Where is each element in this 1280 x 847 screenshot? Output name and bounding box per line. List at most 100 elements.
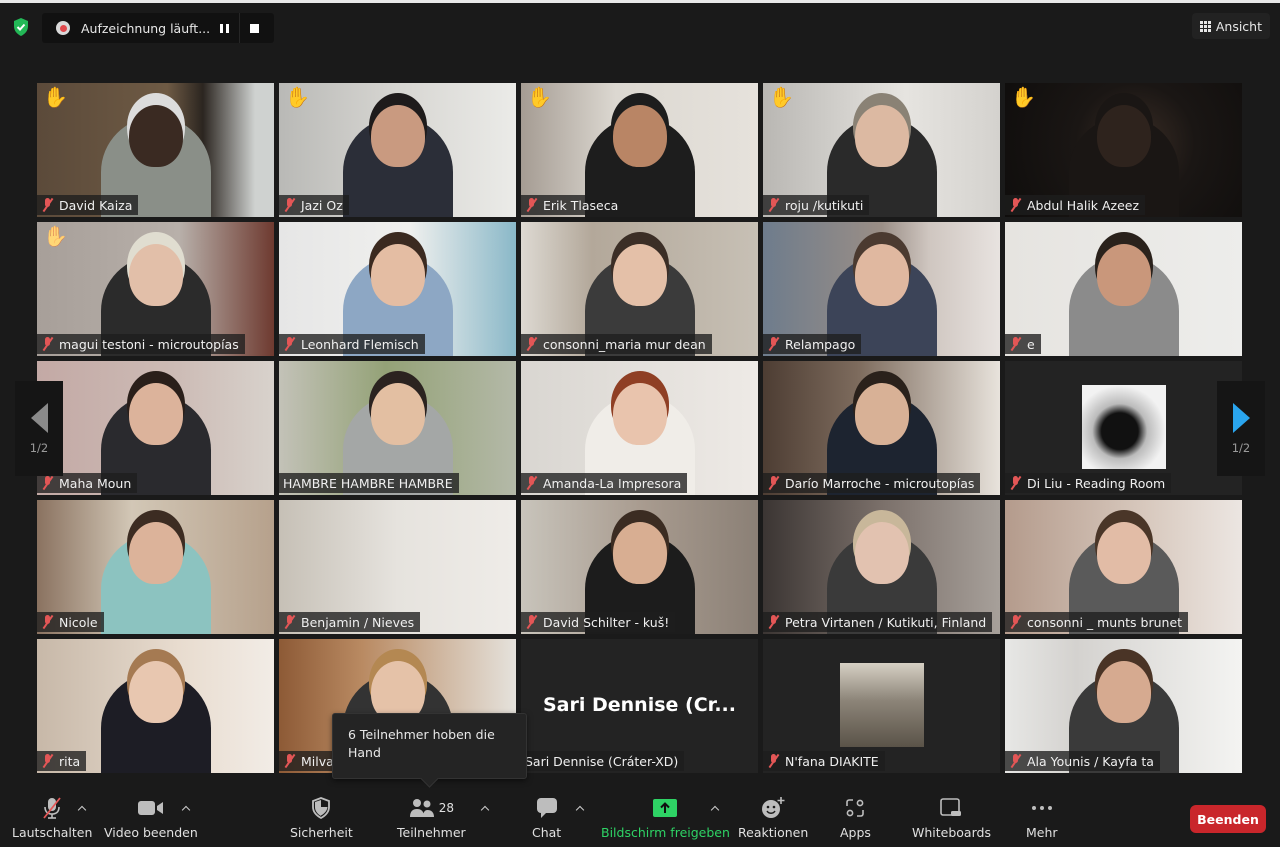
participant-tile[interactable]: ✋ magui testoni - microutopías [37, 222, 274, 356]
participant-name: HAMBRE HAMBRE HAMBRE [283, 475, 453, 491]
chat-label: Chat [532, 825, 562, 840]
security-button[interactable]: Sicherheit [290, 795, 353, 840]
chat-button[interactable]: Chat [532, 795, 561, 840]
participant-name: Benjamin / Nieves [301, 614, 415, 630]
stop-icon [250, 23, 259, 33]
shield-icon [311, 795, 331, 821]
participant-tile[interactable]: Ala Younis / Kayfa ta [1005, 639, 1242, 773]
participant-nameplate: David Schilter - kuš! [521, 612, 676, 632]
security-label: Sicherheit [290, 825, 353, 840]
previous-page-button[interactable]: 1/2 [15, 381, 63, 476]
participant-tile[interactable]: ✋ roju /kutikuti [763, 83, 1000, 217]
participant-head [128, 244, 183, 306]
microphone-muted-icon [767, 476, 780, 490]
raised-hand-icon: ✋ [43, 85, 68, 109]
share-options-caret[interactable] [708, 801, 722, 815]
participant-name: rita [59, 753, 81, 769]
microphone-muted-icon [525, 476, 538, 490]
view-button[interactable]: Ansicht [1191, 13, 1270, 39]
audio-options-caret[interactable] [75, 801, 89, 815]
microphone-muted-icon [283, 198, 296, 212]
participant-tile[interactable]: Maha Moun [37, 361, 274, 495]
apps-button[interactable]: Apps [840, 795, 871, 840]
participant-nameplate: Sari Dennise (Cráter-XD) [521, 751, 685, 771]
meeting-toolbar: Lautschalten Video beenden Sicherheit 28… [0, 785, 1280, 847]
participant-tile[interactable]: ✋ Jazi Oz [279, 83, 516, 217]
participant-head [1096, 105, 1151, 167]
stop-video-label: Video beenden [104, 825, 198, 840]
participant-tile[interactable]: ✋ Abdul Halik Azeez [1005, 83, 1242, 217]
more-label: Mehr [1026, 825, 1058, 840]
microphone-muted-icon [767, 337, 780, 351]
end-meeting-button[interactable]: Beenden [1190, 805, 1266, 833]
whiteboards-button[interactable]: Whiteboards [912, 795, 991, 840]
participant-name: Jazi Oz [301, 197, 343, 213]
participant-tile[interactable]: Benjamin / Nieves [279, 500, 516, 634]
profile-picture [839, 663, 924, 747]
pause-recording-button[interactable] [209, 13, 239, 43]
participant-head [128, 661, 183, 723]
video-grid: ✋ David Kaiza ✋ Jazi Oz ✋ Erik Tlaseca ✋ roju /… [37, 83, 1242, 773]
more-button[interactable]: Mehr [1026, 795, 1058, 840]
raised-hands-tooltip: 6 Teilnehmer hoben die Hand [332, 713, 527, 779]
participant-head [128, 105, 183, 167]
participant-head [854, 383, 909, 445]
raised-hand-icon: ✋ [769, 85, 794, 109]
participant-tile[interactable]: Amanda-La Impresora [521, 361, 758, 495]
participant-tile[interactable]: HAMBRE HAMBRE HAMBRE [279, 361, 516, 495]
participant-nameplate: Erik Tlaseca [521, 195, 625, 215]
microphone-muted-icon [767, 754, 780, 768]
raised-hand-icon: ✋ [1011, 85, 1036, 109]
participant-nameplate: Di Liu - Reading Room [1005, 473, 1172, 493]
participant-tile[interactable]: ✋ Erik Tlaseca [521, 83, 758, 217]
participant-tile[interactable]: ✋ David Kaiza [37, 83, 274, 217]
microphone-muted-icon [767, 615, 780, 629]
participant-display-name: Sari Dennise (Cr... [543, 694, 736, 716]
recording-status: Aufzeichnung läuft... [81, 20, 211, 36]
participant-tile[interactable]: Di Liu - Reading Room [1005, 361, 1242, 495]
participant-tile[interactable]: Leonhard Flemisch [279, 222, 516, 356]
participant-nameplate: Milva [279, 751, 340, 771]
next-page-button[interactable]: 1/2 [1217, 381, 1265, 476]
shield-check-icon[interactable] [9, 15, 33, 39]
zoom-meeting-window: Aufzeichnung läuft... Ansicht 1/2 1/2 ✋ D… [0, 0, 1280, 847]
participant-head [128, 522, 183, 584]
chat-options-caret[interactable] [573, 801, 587, 815]
participant-tile[interactable]: Darío Marroche - microutopías [763, 361, 1000, 495]
participant-head [370, 105, 425, 167]
video-camera-icon [137, 795, 165, 821]
share-screen-icon [652, 795, 678, 821]
microphone-muted-icon [41, 754, 54, 768]
participant-tile[interactable]: David Schilter - kuš! [521, 500, 758, 634]
reactions-button[interactable]: Reaktionen [738, 795, 808, 840]
participant-tile[interactable]: consonni_maria mur dean [521, 222, 758, 356]
participants-options-caret[interactable] [478, 801, 492, 815]
participants-button[interactable]: 28 Teilnehmer [397, 795, 466, 840]
participant-head [854, 244, 909, 306]
participant-name: consonni_maria mur dean [543, 336, 706, 352]
participants-label: Teilnehmer [397, 825, 466, 840]
participant-tile[interactable]: Relampago [763, 222, 1000, 356]
video-options-caret[interactable] [179, 801, 193, 815]
stop-recording-button[interactable] [239, 13, 269, 43]
microphone-muted-icon [41, 476, 54, 490]
view-button-label: Ansicht [1215, 18, 1262, 34]
participant-tile[interactable]: Nicole [37, 500, 274, 634]
participant-head [854, 522, 909, 584]
participant-tile[interactable]: e [1005, 222, 1242, 356]
microphone-muted-icon [41, 337, 54, 351]
participant-tile[interactable]: consonni _ munts brunet [1005, 500, 1242, 634]
microphone-muted-icon [1009, 615, 1022, 629]
participant-head [1096, 522, 1151, 584]
participant-tile[interactable]: Petra Virtanen / Kutikuti, Finland [763, 500, 1000, 634]
participant-tile[interactable]: N'fana DIAKITE [763, 639, 1000, 773]
participant-nameplate: Nicole [37, 612, 104, 632]
participant-nameplate: Relampago [763, 334, 862, 354]
participant-tile[interactable]: Sari Dennise (Cr... Sari Dennise (Cráter-… [521, 639, 758, 773]
mute-label: Lautschalten [12, 825, 93, 840]
apps-icon [844, 795, 866, 821]
arrow-left-icon [30, 402, 48, 433]
recording-bar: Aufzeichnung läuft... [42, 13, 274, 43]
participant-head [612, 522, 667, 584]
participant-tile[interactable]: rita [37, 639, 274, 773]
